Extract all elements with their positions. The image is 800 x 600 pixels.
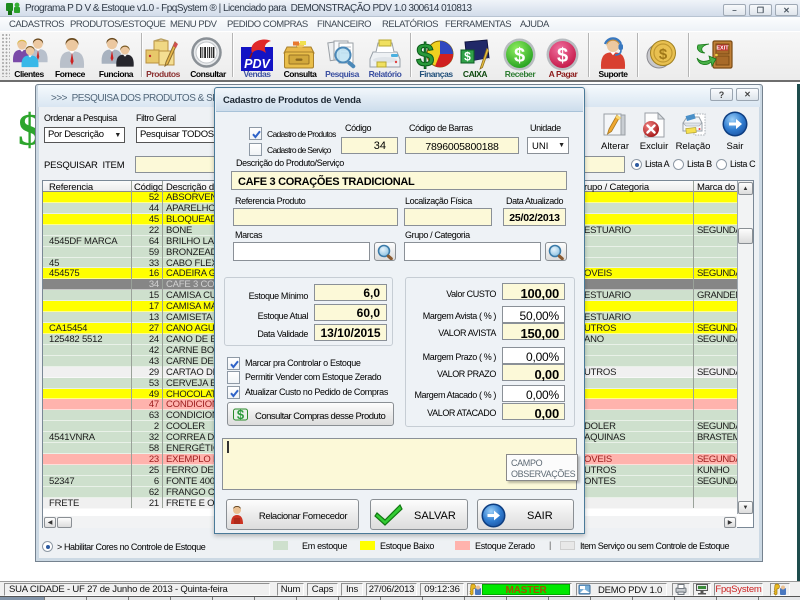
- svg-text:EXIT: EXIT: [716, 46, 729, 52]
- svg-text:$: $: [514, 45, 525, 67]
- svg-text:$: $: [557, 45, 568, 67]
- svg-text:$: $: [416, 37, 434, 72]
- svg-text:$: $: [237, 407, 245, 422]
- svg-text:$: $: [464, 50, 471, 64]
- svg-text:$: $: [659, 46, 668, 63]
